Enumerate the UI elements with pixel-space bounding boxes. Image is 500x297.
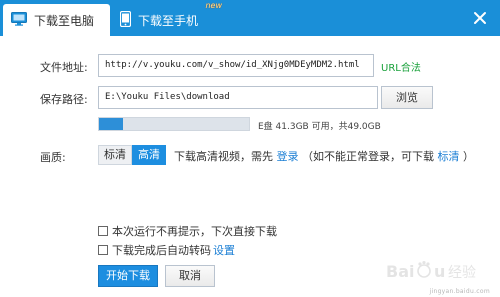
svg-text:u: u [434, 262, 445, 281]
svg-text:经验: 经验 [448, 265, 476, 281]
tab-label-phone: 下载至手机 [138, 13, 199, 28]
watermark-url: jingyan.baidu.com [429, 288, 490, 295]
disk-usage-fill [99, 118, 123, 130]
svg-text:Bai: Bai [386, 262, 414, 281]
tab-download-to-phone[interactable]: 下载至手机 new [112, 1, 222, 36]
quality-note-suffix: ） [463, 150, 474, 163]
no-prompt-label: 本次运行不再提示，下次直接下载 [112, 225, 277, 238]
auto-transcode-option[interactable]: 下载完成后自动转码 设置 [98, 243, 235, 257]
auto-transcode-label: 下载完成后自动转码 [112, 244, 211, 257]
tab-download-to-pc[interactable]: 下载至电脑 [3, 4, 110, 36]
close-button[interactable] [470, 8, 490, 28]
download-dialog: 下载至电脑 下载至手机 new 文件地址: http://v.youku.com… [0, 0, 500, 297]
baidu-jingyan-watermark: Bai u 经验 [384, 257, 494, 287]
quality-note-middle: （如不能正常登录，可下载 [302, 150, 434, 163]
url-input[interactable]: http://v.youku.com/v_show/id_XNjg0MDEyMD… [98, 54, 374, 77]
disk-usage-text: E盘 41.3GB 可用，共49.0GB [258, 122, 381, 132]
no-prompt-checkbox[interactable] [98, 226, 108, 236]
quality-note-prefix: 下载高清视频，需先 [174, 150, 273, 163]
auto-transcode-checkbox[interactable] [98, 245, 108, 255]
tab-label-pc: 下载至电脑 [34, 13, 95, 28]
new-badge: new [205, 1, 222, 10]
transcode-settings-link[interactable]: 设置 [213, 242, 235, 258]
disk-usage-bar [98, 117, 250, 131]
browse-button[interactable]: 浏览 [381, 86, 433, 109]
cancel-button[interactable]: 取消 [165, 265, 215, 287]
sd-download-link[interactable]: 标清 [438, 150, 460, 163]
no-prompt-option[interactable]: 本次运行不再提示，下次直接下载 [98, 224, 277, 238]
smartphone-icon [119, 10, 132, 30]
url-label: 文件地址: [40, 61, 88, 74]
url-valid-status: URL合法 [381, 63, 421, 74]
save-path-label: 保存路径: [40, 93, 88, 106]
monitor-icon [11, 11, 27, 29]
quality-hd-button[interactable]: 高清 [132, 145, 166, 165]
quality-note: 下载高清视频，需先 登录 （如不能正常登录，可下载 标清 ） [174, 148, 474, 164]
title-bar: 下载至电脑 下载至手机 new [0, 0, 500, 36]
close-icon [470, 12, 490, 31]
quality-label: 画质: [40, 151, 66, 164]
start-download-button[interactable]: 开始下载 [98, 265, 158, 287]
login-link[interactable]: 登录 [277, 150, 299, 163]
save-path-input[interactable]: E:\Youku Files\download [98, 86, 378, 109]
quality-sd-button[interactable]: 标清 [98, 145, 132, 165]
